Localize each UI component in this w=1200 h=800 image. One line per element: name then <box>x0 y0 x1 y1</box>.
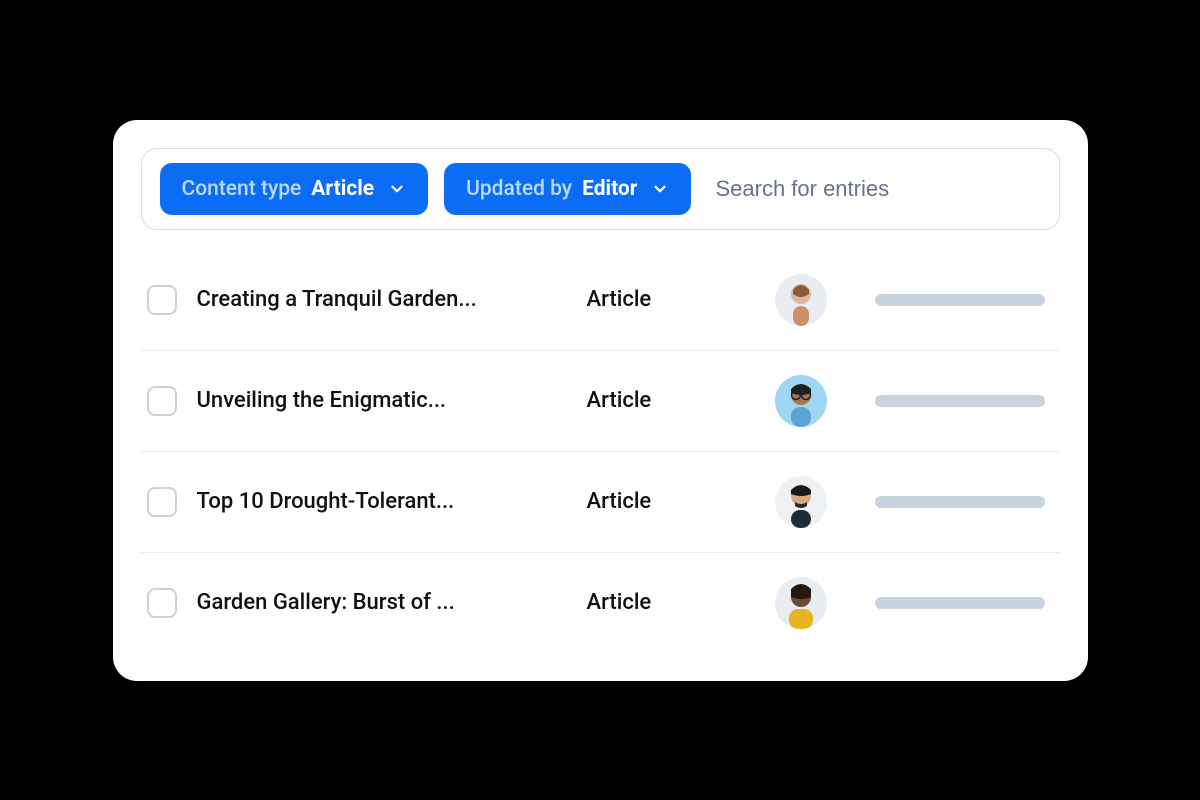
avatar <box>775 476 827 528</box>
filter-value: Editor <box>582 177 637 201</box>
status-placeholder <box>875 597 1045 609</box>
updated-by-filter[interactable]: Updated by Editor <box>444 163 691 215</box>
status-placeholder <box>875 395 1045 407</box>
entry-type: Article <box>587 489 747 514</box>
avatar <box>775 375 827 427</box>
search-input[interactable] <box>707 170 1040 208</box>
entries-card: Content type Article Updated by Editor C… <box>113 120 1088 681</box>
row-checkbox[interactable] <box>147 285 177 315</box>
filter-label: Updated by <box>466 177 572 201</box>
chevron-down-icon <box>388 180 406 198</box>
entry-title: Top 10 Drought-Tolerant... <box>197 489 567 514</box>
entry-type: Article <box>587 590 747 615</box>
entry-type: Article <box>587 287 747 312</box>
entry-title: Creating a Tranquil Garden... <box>197 287 567 312</box>
filter-value: Article <box>311 177 374 201</box>
filter-label: Content type <box>182 177 302 201</box>
row-checkbox[interactable] <box>147 487 177 517</box>
entry-row[interactable]: Top 10 Drought-Tolerant... Article <box>141 452 1060 553</box>
avatar <box>775 577 827 629</box>
content-type-filter[interactable]: Content type Article <box>160 163 429 215</box>
row-checkbox[interactable] <box>147 588 177 618</box>
avatar <box>775 274 827 326</box>
entry-row[interactable]: Garden Gallery: Burst of ... Article <box>141 553 1060 653</box>
status-placeholder <box>875 294 1045 306</box>
entry-row[interactable]: Unveiling the Enigmatic... Article <box>141 351 1060 452</box>
status-placeholder <box>875 496 1045 508</box>
chevron-down-icon <box>651 180 669 198</box>
filter-bar: Content type Article Updated by Editor <box>141 148 1060 230</box>
entry-title: Garden Gallery: Burst of ... <box>197 590 567 615</box>
entry-type: Article <box>587 388 747 413</box>
row-checkbox[interactable] <box>147 386 177 416</box>
entry-row[interactable]: Creating a Tranquil Garden... Article <box>141 250 1060 351</box>
entry-title: Unveiling the Enigmatic... <box>197 388 567 413</box>
